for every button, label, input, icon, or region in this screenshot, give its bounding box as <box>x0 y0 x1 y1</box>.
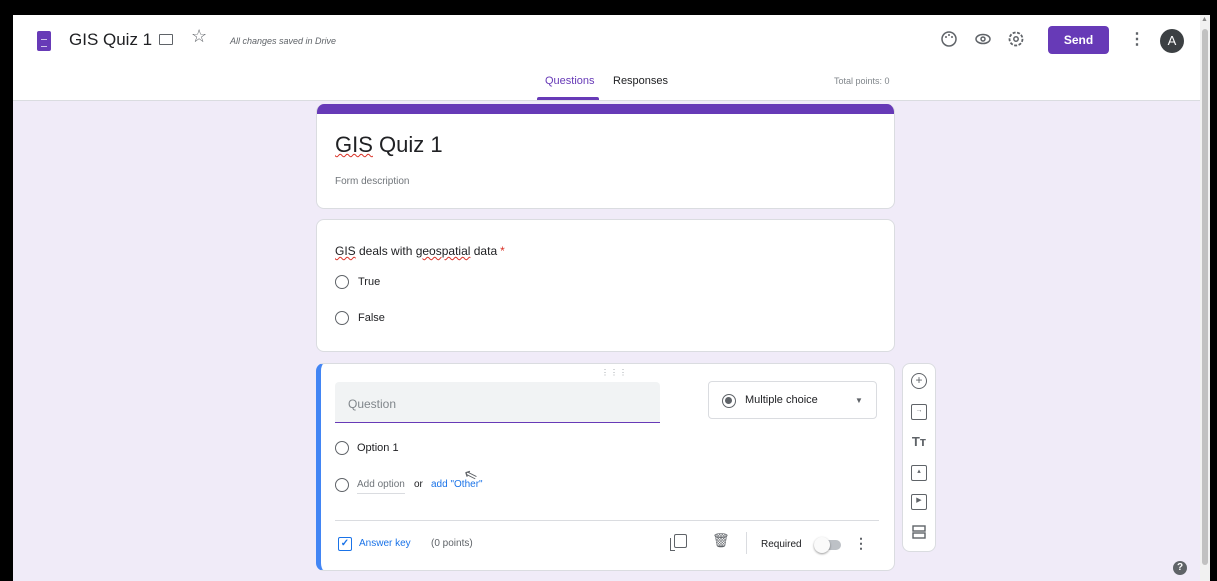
scroll-up-icon[interactable]: ▲ <box>1201 16 1208 23</box>
question-title: GIS deals with geospatial data * <box>335 244 505 258</box>
star-icon[interactable]: ☆ <box>191 26 207 47</box>
option-label: True <box>358 276 381 288</box>
forms-editor: GIS Quiz 1 ☆ All changes saved in Drive … <box>13 15 1210 581</box>
form-title-card[interactable]: GIS Quiz 1 Form description <box>316 104 895 209</box>
question-more-icon[interactable]: ⋮ <box>854 535 868 552</box>
document-title[interactable]: GIS Quiz 1 <box>69 30 152 50</box>
question-placeholder: Question <box>348 397 397 411</box>
forms-document-icon[interactable] <box>37 31 51 51</box>
top-bar: GIS Quiz 1 ☆ All changes saved in Drive … <box>13 15 1200 101</box>
accent-bar <box>317 104 894 114</box>
active-question-card[interactable]: ⋮⋮⋮ Question Multiple choice ▼ Option 1 … <box>316 363 895 571</box>
option-label: False <box>358 312 385 324</box>
tab-questions[interactable]: Questions <box>545 75 595 87</box>
radio-false[interactable] <box>335 311 349 325</box>
add-section-icon[interactable] <box>911 524 927 540</box>
add-video-icon[interactable]: ▶ <box>911 494 927 510</box>
folder-icon[interactable] <box>159 34 173 45</box>
question-type-select[interactable]: Multiple choice ▼ <box>708 381 877 419</box>
question-type-label: Multiple choice <box>745 394 818 406</box>
radio-add-option <box>335 478 349 492</box>
add-title-icon[interactable]: Tт <box>911 434 927 450</box>
divider <box>746 532 747 554</box>
question-word: GIS <box>335 244 356 258</box>
required-asterisk: * <box>500 244 505 258</box>
add-image-icon[interactable]: ▴ <box>911 465 927 481</box>
avatar[interactable]: A <box>1160 29 1184 53</box>
total-points: Total points: 0 <box>834 76 890 86</box>
scrollbar[interactable]: ▲ <box>1200 15 1210 581</box>
question-word: data <box>470 244 498 258</box>
required-label: Required <box>761 539 802 550</box>
answer-key-icon[interactable]: ✓ <box>338 537 352 551</box>
send-button[interactable]: Send <box>1048 26 1109 54</box>
help-icon[interactable]: ? <box>1173 561 1187 575</box>
add-option-field[interactable]: Add option <box>357 479 405 494</box>
form-description[interactable]: Form description <box>335 176 409 187</box>
option-1-field[interactable]: Option 1 <box>357 442 399 454</box>
settings-icon[interactable] <box>1006 30 1026 50</box>
active-tab-indicator <box>537 97 599 100</box>
radio-checked-icon <box>722 394 736 408</box>
floating-toolbar: + → Tт ▴ ▶ <box>902 363 936 552</box>
form-title[interactable]: GIS Quiz 1 <box>335 132 443 158</box>
divider <box>335 520 879 521</box>
form-title-gis: GIS <box>335 132 373 157</box>
tab-responses[interactable]: Responses <box>613 75 668 87</box>
question-word: deals with <box>355 244 416 258</box>
add-question-icon[interactable]: + <box>911 373 927 389</box>
duplicate-icon[interactable] <box>670 534 687 551</box>
answer-key-button[interactable]: Answer key <box>359 538 411 549</box>
import-questions-icon[interactable]: → <box>911 404 927 420</box>
preview-eye-icon[interactable] <box>973 30 993 50</box>
delete-icon[interactable]: 🗑 <box>712 532 730 549</box>
or-text: or <box>414 479 423 490</box>
points-label: (0 points) <box>431 538 473 549</box>
radio-option-1 <box>335 441 349 455</box>
question-word: geospatial <box>415 244 471 258</box>
required-toggle[interactable] <box>814 537 841 553</box>
question-card[interactable]: GIS deals with geospatial data * True Fal… <box>316 219 895 352</box>
drag-handle-icon[interactable]: ⋮⋮⋮ <box>601 368 628 377</box>
scrollbar-thumb[interactable] <box>1202 29 1208 565</box>
palette-icon[interactable] <box>939 30 959 50</box>
radio-true[interactable] <box>335 275 349 289</box>
more-vert-icon[interactable]: ⋮ <box>1129 29 1145 49</box>
question-input[interactable]: Question <box>335 382 660 423</box>
save-status: All changes saved in Drive <box>230 36 337 46</box>
dropdown-arrow-icon: ▼ <box>855 396 863 405</box>
